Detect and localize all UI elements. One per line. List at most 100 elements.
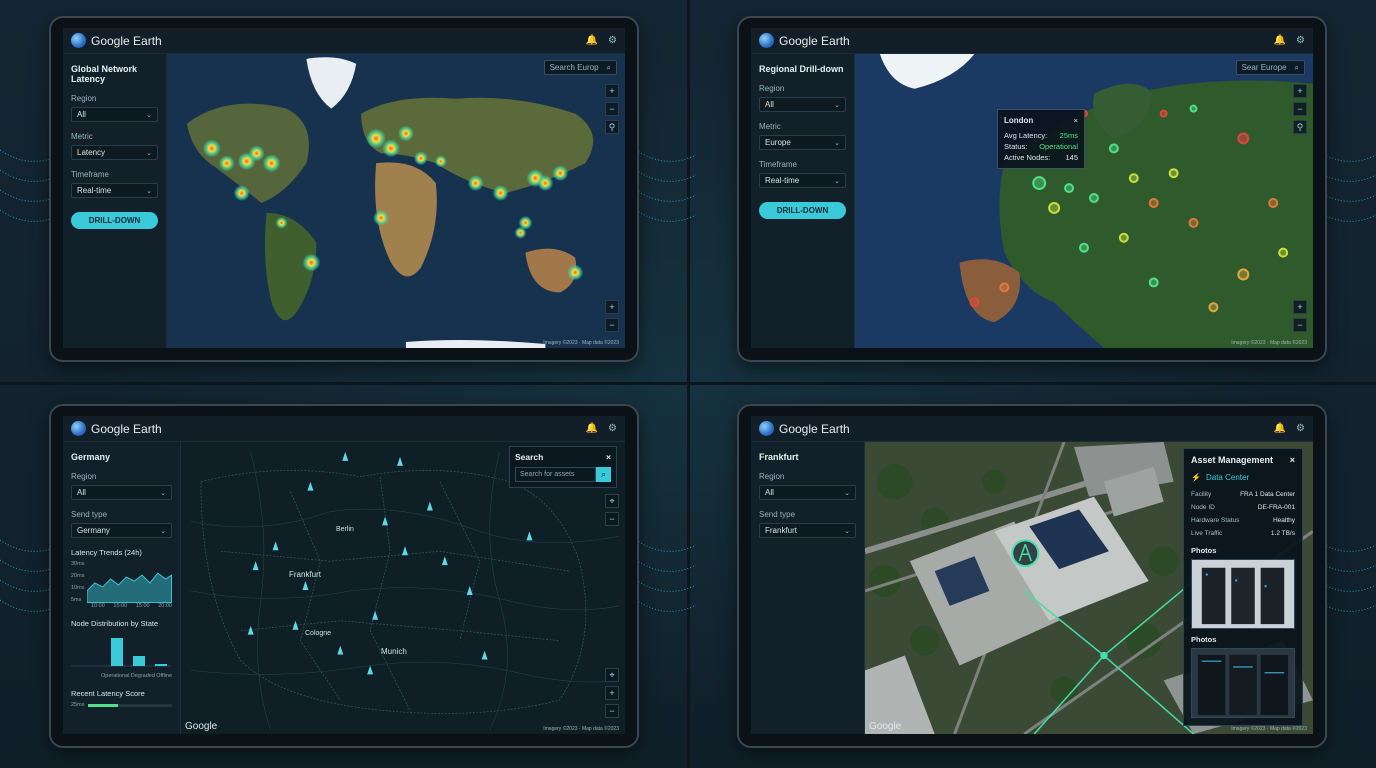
select-value: All [765, 488, 774, 497]
tablet-global: Google Earth 🔔 ⚙ Global Network Latency … [49, 16, 639, 362]
map-controls: + − ⚲ [1293, 84, 1307, 134]
zoom-in-button[interactable]: + [605, 84, 619, 98]
zoom-in-button[interactable]: + [1293, 84, 1307, 98]
gear-icon[interactable]: ⚙ [1296, 423, 1305, 434]
app-bar: Google Earth 🔔 ⚙ [63, 416, 625, 442]
bell-icon[interactable]: 🔔 [586, 35, 598, 46]
x-label: Offline [156, 673, 172, 679]
node-distribution-chart: Node Distribution by State Operational D… [71, 619, 172, 679]
satellite-view[interactable]: Asset Management × ⚡ Data Center Facilit… [865, 442, 1313, 734]
field-label: Send type [71, 510, 108, 519]
x-label: Operational [101, 673, 130, 679]
asset-management-panel: Asset Management × ⚡ Data Center Facilit… [1183, 448, 1303, 726]
asset-value: Healthy [1272, 517, 1295, 524]
europe-map[interactable]: London × Avg Latency: 25ms Status: Operati… [855, 54, 1313, 348]
search-placeholder: Search Europ [549, 63, 599, 72]
field-label: Region [71, 472, 97, 481]
asset-value: 1.2 TB/s [1270, 530, 1295, 537]
field-label: Send type [759, 510, 796, 519]
app-name: Google Earth [779, 421, 850, 436]
zoom-out-button[interactable]: − [605, 102, 619, 116]
search-placeholder: Sear Europe [1241, 63, 1287, 72]
drill-down-button[interactable]: DRILL-DOWN [759, 202, 846, 219]
search-icon[interactable]: ⌕ [596, 467, 611, 482]
score-fill [88, 703, 118, 707]
compass-icon[interactable]: + [1293, 300, 1307, 314]
region-select[interactable]: All ⌄ [759, 97, 846, 112]
photos-label: Photos [1191, 546, 1217, 555]
close-icon[interactable]: × [1074, 115, 1078, 126]
germany-map[interactable]: Frankfurt Berlin Cologne Munich Search ×… [181, 442, 625, 734]
zoom-out-button[interactable]: − [605, 704, 619, 718]
zoom-out-button[interactable]: − [605, 512, 619, 526]
server-rack-photo[interactable] [1191, 648, 1295, 718]
sidebar-title: Global Network Latency [71, 64, 138, 84]
x-tick: 15:00 [135, 603, 150, 609]
asset-key: Live Traffic [1191, 530, 1223, 537]
world-map[interactable]: Search Europ ⌕ + − ⚲ + − Imagery ©2023 ·… [167, 54, 625, 348]
drill-down-button[interactable]: DRILL-DOWN [71, 212, 158, 229]
select-value: All [77, 110, 86, 119]
zoom-out-button[interactable]: − [1293, 102, 1307, 116]
asset-search-input[interactable]: Search for assets [515, 467, 596, 482]
google-earth-logo-icon [759, 421, 774, 436]
asset-key: Node ID [1191, 504, 1215, 511]
city-label: Frankfurt [289, 570, 322, 579]
metric-select[interactable]: Latency ⌄ [71, 145, 158, 160]
bell-icon[interactable]: 🔔 [1274, 423, 1286, 434]
send-type-select[interactable]: Frankfurt ⌄ [759, 523, 856, 538]
gear-icon[interactable]: ⚙ [608, 423, 617, 434]
popup-value: 25ms [1059, 131, 1078, 140]
server-rack-photo[interactable] [1191, 559, 1295, 629]
bell-icon[interactable]: 🔔 [586, 423, 598, 434]
tilt-button[interactable]: − [605, 318, 619, 332]
gear-icon[interactable]: ⚙ [608, 35, 617, 46]
screen-germany: Google Earth 🔔 ⚙ Germany Region All ⌄ Sen… [63, 416, 625, 734]
map-attribution: Imagery ©2023 · Map data ©2023 [1231, 340, 1307, 346]
app-bar: Google Earth 🔔 ⚙ [751, 28, 1313, 54]
region-select[interactable]: All ⌄ [759, 485, 856, 500]
location-pin-icon[interactable]: ⚲ [1293, 120, 1307, 134]
city-label: Munich [381, 647, 407, 656]
score-track [88, 703, 172, 707]
asset-key: Facility [1191, 491, 1212, 498]
region-select[interactable]: All ⌄ [71, 485, 172, 500]
search-input[interactable]: Sear Europe ⌕ [1235, 60, 1305, 75]
map-controls: + − ⚲ [605, 84, 619, 134]
send-type-select[interactable]: Germany ⌄ [71, 523, 172, 538]
select-value: Real-time [77, 186, 112, 195]
y-tick: 20ms [71, 573, 85, 579]
compass-icon[interactable]: + [605, 300, 619, 314]
location-icon[interactable]: ⌖ [605, 668, 619, 682]
chevron-down-icon: ⌄ [834, 101, 840, 109]
timeframe-select[interactable]: Real-time ⌄ [71, 183, 158, 198]
chevron-down-icon: ⌄ [834, 177, 840, 185]
tilt-button[interactable]: − [1293, 318, 1307, 332]
popup-value: Operational [1039, 142, 1078, 151]
location-pin-icon[interactable]: ⚲ [605, 120, 619, 134]
bell-icon[interactable]: 🔔 [1274, 35, 1286, 46]
zoom-in-button[interactable]: + [605, 686, 619, 700]
timeframe-select[interactable]: Real-time ⌄ [759, 173, 846, 188]
photos-label: Photos [1191, 635, 1217, 644]
popup-key: Avg Latency: [1004, 131, 1048, 140]
latency-trends-chart: Latency Trends (24h) 30ms 20ms 10ms 5ms … [71, 548, 172, 609]
chart-title: Node Distribution by State [71, 619, 159, 628]
chart-title: Latency Trends (24h) [71, 548, 142, 557]
field-label: Region [759, 472, 785, 481]
x-tick: 15:00 [113, 603, 128, 609]
sidebar-title: Germany [71, 452, 111, 462]
latency-area [87, 572, 172, 603]
region-select[interactable]: All ⌄ [71, 107, 158, 122]
close-icon[interactable]: × [606, 452, 611, 462]
close-icon[interactable]: × [1290, 455, 1295, 465]
asset-type: Data Center [1205, 473, 1250, 482]
app-bar: Google Earth 🔔 ⚙ [751, 416, 1313, 442]
google-watermark: Google [869, 721, 902, 732]
metric-select[interactable]: Europe ⌄ [759, 135, 846, 150]
search-placeholder: Search for assets [520, 471, 575, 478]
compass-icon[interactable]: ⌖ [605, 494, 619, 508]
gear-icon[interactable]: ⚙ [1296, 35, 1305, 46]
select-value: All [77, 488, 86, 497]
search-input[interactable]: Search Europ ⌕ [543, 60, 617, 75]
